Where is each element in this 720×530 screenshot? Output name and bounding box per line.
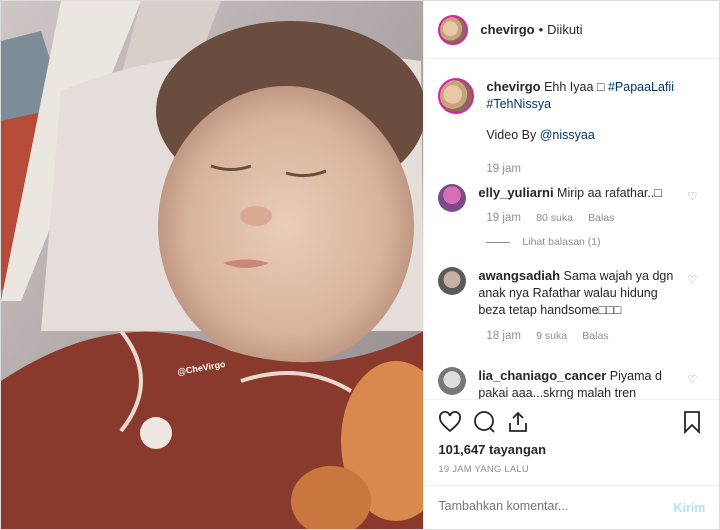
comment-composer: Kirim [424,485,720,530]
share-icon[interactable] [506,410,530,434]
caption-emoji: □ [596,80,605,94]
post-comment-button[interactable]: Kirim [673,501,705,515]
comment-input[interactable] [436,498,661,514]
like-heart-icon[interactable]: ♡ [688,273,698,286]
post-header: chevirgo • Diikuti [424,1,719,59]
comment-item: elly_yuliarni Mirip aa rafathar..□ [438,184,683,212]
comment-username[interactable]: elly_yuliarni [478,185,553,200]
caption-text: chevirgo Ehh Iyaa □ #PapaaLafii #TehNiss… [486,78,701,144]
comment-meta: 19 jam 80 suka Balas [486,212,614,224]
comment-meta: 18 jam 9 suka Balas [486,330,608,342]
comment-item: awangsadiah Sama wajah ya dgn anak nya R… [438,267,683,319]
comment-time: 18 jam [486,330,521,342]
avatar[interactable] [438,78,475,114]
reply-button[interactable]: Balas [588,212,614,224]
hashtag-link[interactable]: #PapaaLafii [608,80,674,94]
avatar[interactable] [438,184,467,212]
heart-icon[interactable] [438,410,462,434]
like-heart-icon[interactable]: ♡ [688,373,698,386]
header-username[interactable]: chevirgo [480,22,534,37]
comment-text: lia_chaniago_cancer Piyama d pakai aaa..… [478,367,683,399]
avatar[interactable] [438,14,469,45]
post-actions: 101,647 tayangan 19 JAM YANG LALU [424,399,720,475]
caption-username[interactable]: chevirgo [486,79,540,94]
comment-likes[interactable]: 9 suka [536,330,567,342]
like-heart-icon[interactable]: ♡ [688,190,698,203]
reply-button[interactable]: Balas [582,330,608,342]
comment-icon[interactable] [472,410,496,434]
avatar[interactable] [438,267,467,295]
video-frame [1,1,424,529]
post-time[interactable]: 19 JAM YANG LALU [438,464,529,475]
comment-text: elly_yuliarni Mirip aa rafathar..□ [478,184,683,212]
view-replies-label[interactable]: Lihat balasan (1) [522,236,600,248]
post-panel: chevirgo • Diikuti chevirgo Ehh Iyaa □ #… [423,1,720,530]
avatar[interactable] [438,367,467,395]
view-replies-button[interactable]: Lihat balasan (1) [486,236,601,248]
divider [486,241,511,243]
bookmark-icon[interactable] [680,410,704,434]
follow-status[interactable]: Diikuti [547,22,582,37]
post-video[interactable]: @CheVirgo [1,1,424,529]
caption-time: 19 jam [486,163,521,175]
comment-body: Mirip aa rafathar..□ [557,186,662,200]
comments-list[interactable]: chevirgo Ehh Iyaa □ #PapaaLafii #TehNiss… [424,60,719,399]
caption: chevirgo Ehh Iyaa □ #PapaaLafii #TehNiss… [438,78,701,144]
comment-username[interactable]: lia_chaniago_cancer [478,368,606,383]
comment-likes[interactable]: 80 suka [536,212,573,224]
hashtag-link[interactable]: #TehNissya [486,97,551,111]
comment-text: awangsadiah Sama wajah ya dgn anak nya R… [478,267,683,319]
credit-text: Video By [486,128,537,142]
comment-item: lia_chaniago_cancer Piyama d pakai aaa..… [438,367,683,399]
header-separator: • [538,22,544,37]
comment-time: 19 jam [486,212,521,224]
view-count[interactable]: 101,647 tayangan [438,442,546,457]
post-dialog: @CheVirgo chevirgo • Diikuti chevirgo Eh… [0,0,720,530]
mention-link[interactable]: @nissyaa [540,128,595,142]
comment-username[interactable]: awangsadiah [478,268,560,283]
caption-body: Ehh Iyaa [544,80,594,94]
